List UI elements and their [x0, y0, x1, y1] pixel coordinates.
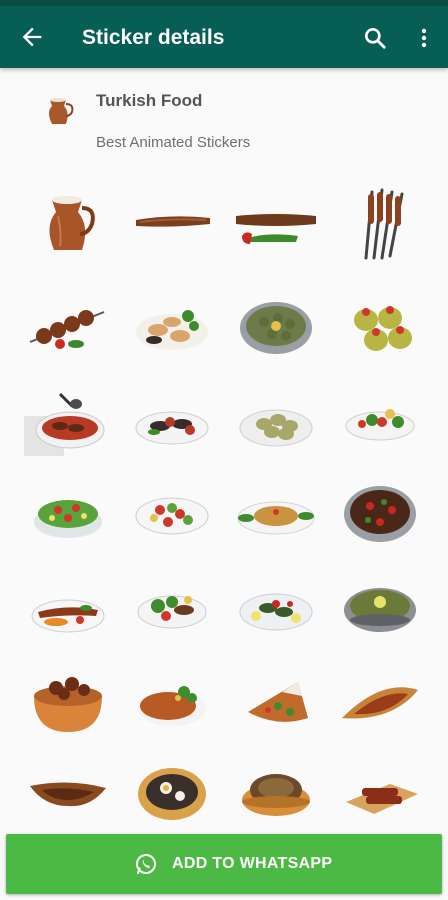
page-title: Sticker details	[82, 26, 225, 49]
eggplant-plate-sticker[interactable]	[124, 376, 220, 466]
pack-header: Turkish Food Best Animated Stickers	[0, 68, 448, 168]
lahmacun-slice-sticker[interactable]	[228, 656, 324, 746]
pack-publisher: Best Animated Stickers	[96, 134, 251, 151]
sarma-plate-sticker[interactable]	[228, 562, 324, 652]
shish-kebab-sticker[interactable]	[20, 282, 116, 372]
search-icon[interactable]	[362, 25, 388, 51]
iskender-plate-sticker[interactable]	[124, 562, 220, 652]
add-to-whatsapp-button[interactable]: ADD TO WHATSAPP	[6, 834, 442, 894]
bulgur-salad-sticker[interactable]	[228, 468, 324, 558]
mussels-sticker[interactable]	[124, 282, 220, 372]
kebab-board-sticker[interactable]	[332, 748, 428, 838]
kebab-with-pepper-sticker[interactable]	[228, 180, 324, 270]
add-to-whatsapp-label: ADD TO WHATSAPP	[172, 855, 333, 872]
lahmacun-sticker[interactable]	[124, 656, 220, 746]
pack-name: Turkish Food	[96, 91, 203, 110]
stuffed-peppers-sticker[interactable]	[332, 282, 428, 372]
single-kebab-sticker[interactable]	[124, 180, 220, 270]
skewers-sticker[interactable]	[332, 180, 428, 270]
egg-pizza-sticker[interactable]	[124, 748, 220, 838]
adana-plate-sticker[interactable]	[20, 562, 116, 652]
salad-plate-sticker[interactable]	[332, 376, 428, 466]
round-tray-sticker[interactable]	[228, 282, 324, 372]
shepherd-salad-sticker[interactable]	[124, 468, 220, 558]
dolma-plate-sticker[interactable]	[228, 376, 324, 466]
pide-sticker[interactable]	[332, 656, 428, 746]
round-pide-sticker[interactable]	[228, 748, 324, 838]
app-bar: Sticker details	[0, 6, 448, 68]
kebab-plate-sticker[interactable]	[20, 376, 116, 466]
clay-pot-sticker[interactable]	[20, 656, 116, 746]
whatsapp-icon	[136, 854, 156, 874]
arrow-back-icon[interactable]	[18, 23, 46, 51]
more-vert-icon[interactable]	[412, 25, 436, 51]
green-salad-sticker[interactable]	[20, 468, 116, 558]
copper-jug-sticker[interactable]	[20, 180, 116, 270]
kebab-platter-sticker[interactable]	[332, 468, 428, 558]
lentil-soup-sticker[interactable]	[332, 562, 428, 652]
copper-jug-icon	[49, 98, 74, 124]
boat-pide-sticker[interactable]	[20, 748, 116, 838]
